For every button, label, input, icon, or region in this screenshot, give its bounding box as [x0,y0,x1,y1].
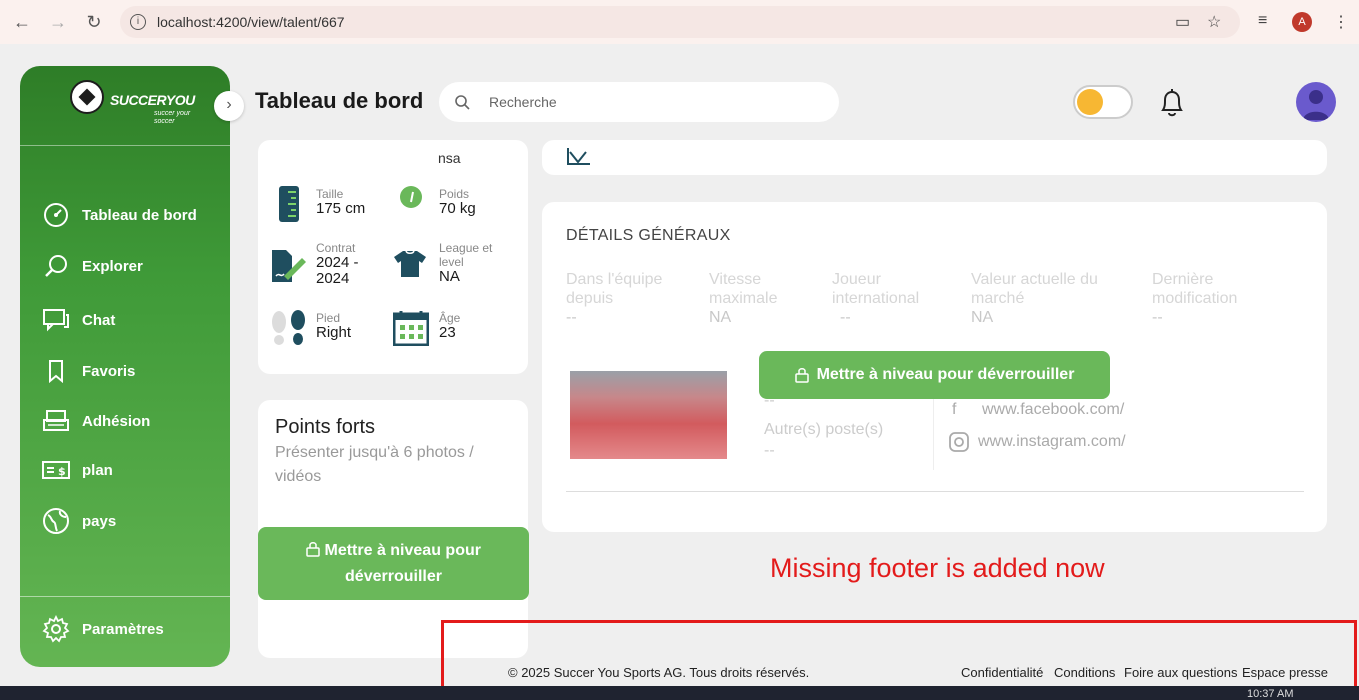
os-taskbar [0,686,1359,700]
logo-tagline: succer your soccer [154,110,191,125]
card-icon[interactable]: ▭ [1175,12,1190,32]
image-placeholder-icon [567,148,590,165]
strengths-upgrade-button[interactable]: Mettre à niveau pour déverrouiller [258,527,529,600]
detail-max-speed: Vitesse maximale NA [709,271,778,326]
logo-area: SUCCERYOU succer your soccer [20,66,230,146]
logo-name: SUCCERYOU [110,92,195,108]
details-divider [566,491,1304,492]
media-queue-icon[interactable]: ≡ [1258,12,1267,30]
sidebar-item-plan[interactable]: $ plan [42,455,113,485]
sun-icon [1077,89,1103,115]
footer-copyright: © 2025 Succer You Sports AG. Tous droits… [508,665,810,680]
page-title: Tableau de bord [255,88,424,113]
details-upgrade-button[interactable]: Mettre à niveau pour déverrouiller [759,351,1110,399]
sidebar-item-favorites[interactable]: Favoris [42,356,135,386]
stat-league: League et level NA [439,241,493,285]
upgrade-label: Mettre à niveau pour déverrouiller [816,366,1075,383]
address-bar[interactable]: i localhost:4200/view/talent/667 ▭ ☆ [120,6,1240,38]
footprint-icon [270,310,308,351]
bell-icon[interactable] [1157,87,1187,124]
annotation-highlight-box [441,620,1357,691]
dashboard-gauge-icon [42,201,70,229]
bookmark-star-icon[interactable]: ☆ [1207,12,1221,32]
ruler-icon [278,185,300,228]
stat-weight: Poids 70 kg [439,187,476,217]
sidebar-item-label: pays [82,512,117,530]
upgrade-label: Mettre à niveau pour déverrouiller [288,538,499,590]
detail-international: Joueur international -- [832,271,920,326]
sidebar-divider [20,596,230,597]
sidebar-item-dashboard[interactable]: Tableau de bord [42,200,197,230]
strengths-title: Points forts [275,416,376,438]
bookmark-icon [42,357,70,385]
sidebar-item-label: Explorer [82,257,143,275]
footer-link-press[interactable]: Espace presse [1242,665,1328,680]
lock-icon [306,541,320,557]
soccer-ball-logo-icon [70,80,104,114]
lock-icon [794,368,809,383]
sidebar-item-countries[interactable]: pays [42,506,116,536]
browser-toolbar: ← → ↻ i localhost:4200/view/talent/667 ▭… [0,0,1359,44]
top-info-card [542,140,1327,175]
stat-age: Âge 23 [439,311,461,341]
gear-icon [42,615,70,643]
weight-gauge-icon [399,185,423,214]
detail-market-value: Valeur actuelle du marché NA [971,271,1098,326]
sidebar-item-label: Favoris [82,362,136,380]
sidebar-item-explorer[interactable]: Explorer [42,251,143,281]
calendar-icon [392,310,430,351]
sidebar-item-label: Chat [82,311,116,329]
contract-icon [270,248,308,289]
sidebar-item-label: Adhésion [82,412,151,430]
stat-height: Taille 175 cm [316,187,366,217]
browser-profile-avatar[interactable]: A [1292,12,1312,32]
instagram-icon [949,432,969,457]
site-info-icon[interactable]: i [130,14,146,30]
sidebar-item-label: Tableau de bord [82,206,197,224]
theme-toggle[interactable] [1073,85,1133,119]
membership-icon [42,407,70,435]
chat-icon [42,306,70,334]
plan-money-icon: $ [42,456,70,484]
sidebar-item-chat[interactable]: Chat [42,305,115,335]
truncated-text: nsa [438,150,461,166]
facebook-link[interactable]: www.facebook.com/ [982,401,1124,419]
forward-arrow-icon[interactable]: → [46,10,70,34]
general-details-title: DÉTAILS GÉNÉRAUX [566,227,731,244]
detail-last-modified: Dernière modification -- [1152,271,1238,326]
instagram-link[interactable]: www.instagram.com/ [978,433,1126,451]
other-positions-value: -- [764,442,775,459]
more-menu-icon[interactable]: ⋮ [1333,12,1349,32]
footer-link-privacy[interactable]: Confidentialité [961,665,1043,680]
back-arrow-icon[interactable]: ← [10,10,34,34]
search-input[interactable] [489,92,809,112]
footer-link-terms[interactable]: Conditions [1054,665,1115,680]
sidebar-collapse-button[interactable]: › [214,91,244,121]
search-icon [454,94,470,115]
stat-foot: Pied Right [316,311,352,341]
url-text[interactable]: localhost:4200/view/talent/667 [157,14,345,30]
detail-team-since: Dans l'équipe depuis -- [566,271,663,326]
taskbar-clock: 10:37 AM [1247,688,1294,700]
chevron-right-icon: › [226,96,232,113]
sidebar-item-label: Paramètres [82,620,164,638]
sidebar-item-label: plan [82,461,113,479]
user-avatar[interactable] [1296,82,1336,122]
svg-text:$: $ [58,465,66,478]
annotation-text: Missing footer is added now [770,553,1105,583]
jersey-icon [393,250,427,283]
strengths-subtitle: Présenter jusqu'à 6 photos / vidéos [275,444,474,485]
other-positions-label: Autre(s) poste(s) [764,421,884,438]
sidebar-item-settings[interactable]: Paramètres [42,614,164,644]
facebook-icon: f [952,401,957,418]
team-photo [570,371,727,459]
globe-icon [42,507,70,535]
reload-icon[interactable]: ↻ [82,10,106,34]
sidebar-item-membership[interactable]: Adhésion [42,406,150,436]
search-box[interactable] [439,82,839,122]
footer-link-faq[interactable]: Foire aux questions [1124,665,1237,680]
sidebar: SUCCERYOU succer your soccer Tableau de … [20,66,230,667]
search-icon [42,252,70,280]
stat-contract: Contrat 2024 - 2024 [316,241,359,287]
